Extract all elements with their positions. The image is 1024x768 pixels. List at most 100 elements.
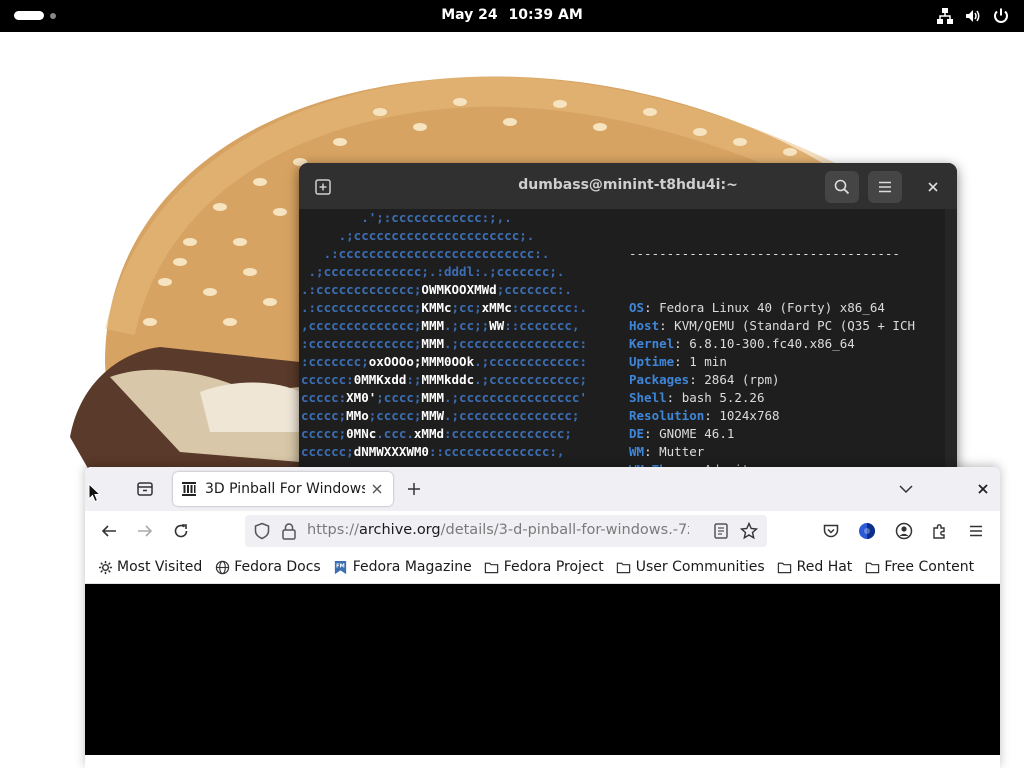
system-tray[interactable] [936, 7, 1010, 25]
hamburger-icon [879, 181, 891, 193]
bookmark-item[interactable]: FM Fedora Magazine [333, 559, 472, 575]
new-tab-button[interactable] [400, 475, 428, 503]
extension-button[interactable] [853, 517, 881, 545]
close-button[interactable] [923, 177, 943, 197]
navigation-bar: https://archive.org/details/3-d-pinball-… [85, 511, 1000, 551]
plus-icon [408, 483, 420, 495]
info-key: DE [629, 426, 645, 441]
tab-close-button[interactable] [369, 481, 385, 497]
back-button[interactable] [95, 517, 123, 545]
reload-button[interactable] [167, 517, 195, 545]
search-button[interactable] [825, 171, 859, 203]
shield-icon[interactable] [253, 522, 271, 544]
logo-line: cccccc;dNMWXXXWM0::cccccccccccccc:, [301, 444, 565, 459]
bookmark-label: Fedora Magazine [352, 559, 472, 575]
menu-button[interactable] [868, 171, 902, 203]
gear-icon [97, 559, 113, 575]
volume-icon [964, 7, 982, 25]
bookmark-item[interactable]: Red Hat [777, 559, 853, 575]
info-key: OS [629, 300, 645, 315]
info-colon: : [674, 354, 690, 369]
reader-view-icon[interactable] [713, 522, 729, 544]
logo-line: ccccc;MMo;ccccc;MMW.;ccccccccccccccc; [301, 408, 580, 423]
info-key: Shell [629, 390, 667, 405]
url-text: https://archive.org/details/3-d-pinball-… [307, 522, 689, 538]
bookmark-star-icon[interactable] [739, 521, 759, 544]
logo-line: :cccccccccccccc;MMM.;cccccccccccccccc: [301, 336, 587, 351]
terminal-header[interactable]: dumbass@minint-t8hdu4i:~ [299, 163, 957, 209]
info-colon: : [659, 318, 675, 333]
terminal-window[interactable]: dumbass@minint-t8hdu4i:~ .';:ccccccccccc… [299, 163, 957, 493]
info-value: Mutter [659, 444, 705, 459]
system-info: ------------------------------------ OS:… [629, 209, 915, 493]
info-colon: : [689, 372, 705, 387]
folder-icon [484, 559, 500, 575]
terminal-output[interactable]: .';:cccccccccccc:;,. .;ccccccccccccccccc… [299, 209, 957, 493]
url-prefix: https:// [307, 522, 359, 538]
extensions-button[interactable] [926, 517, 954, 545]
reload-icon [174, 524, 188, 538]
logo-line: ccccc:XM0';cccc;MMM.;cccccccccccccccc' [301, 390, 587, 405]
chevron-down-icon [899, 485, 913, 494]
bookmark-item[interactable]: Most Visited [97, 559, 202, 575]
fm-icon: FM [333, 559, 349, 575]
logo-line: .;ccccccccccccc;.:dddl:.;ccccccc;. [301, 264, 565, 279]
puzzle-icon [933, 524, 945, 539]
folder-icon [777, 559, 793, 575]
list-all-tabs-button[interactable] [892, 475, 920, 503]
info-colon: : [704, 408, 720, 423]
arrow-left-icon [101, 525, 116, 537]
firefox-window[interactable]: 3D Pinball For Windows https://archive.o… [85, 467, 1000, 768]
info-key: Resolution [629, 408, 705, 423]
url-path: /details/3-d-pinball-for-windows.-7z [440, 522, 689, 538]
bookmark-item[interactable]: Fedora Project [484, 559, 604, 575]
window-close-button[interactable] [969, 475, 997, 503]
info-colon: : [644, 444, 660, 459]
info-row: Packages: 2864 (rpm) [629, 371, 915, 389]
info-key: Host [629, 318, 660, 333]
bookmark-label: Red Hat [796, 559, 853, 575]
pocket-button[interactable] [817, 517, 845, 545]
power-icon [992, 7, 1010, 25]
info-row: Host: KVM/QEMU (Standard PC (Q35 + ICH [629, 317, 915, 335]
info-row: WM: Mutter [629, 443, 915, 461]
lock-icon[interactable] [281, 522, 297, 544]
info-value: KVM/QEMU (Standard PC (Q35 + ICH [674, 318, 915, 333]
clock[interactable]: May 24 10:39 AM [0, 7, 1024, 23]
bookmark-label: Fedora Project [503, 559, 604, 575]
info-colon: : [644, 300, 660, 315]
info-separator: ------------------------------------ [629, 246, 900, 261]
close-icon [928, 182, 938, 192]
info-value: 1 min [689, 354, 727, 369]
folder-icon [616, 559, 632, 575]
bookmark-label: User Communities [635, 559, 765, 575]
pocket-icon [823, 524, 839, 538]
bookmarks-toolbar: Most Visited Fedora Docs FM Fedora Magazine… [85, 551, 1000, 584]
app-menu-button[interactable] [962, 517, 990, 545]
page-content[interactable] [85, 584, 1000, 755]
svg-text:FM: FM [336, 563, 345, 569]
info-row: OS: Fedora Linux 40 (Forty) x86_64 [629, 299, 915, 317]
account-icon [895, 522, 913, 540]
bookmark-item[interactable]: Free Content [864, 559, 974, 575]
info-value: 1024x768 [719, 408, 780, 423]
logo-line: .:cccccccccccccccccccccccccc:. [301, 246, 550, 261]
top-bar: May 24 10:39 AM [0, 0, 1024, 32]
account-button[interactable] [890, 517, 918, 545]
tab-title: 3D Pinball For Windows [205, 481, 365, 497]
info-colon: : [666, 390, 682, 405]
info-colon: : [644, 426, 660, 441]
bookmark-item[interactable]: User Communities [616, 559, 765, 575]
bookmark-item[interactable]: Fedora Docs [214, 559, 321, 575]
clock-date: May 24 [441, 7, 498, 23]
forward-button[interactable] [131, 517, 159, 545]
url-bar[interactable]: https://archive.org/details/3-d-pinball-… [245, 515, 767, 547]
logo-line: ,cccccccccccccc;MMM.;cc;;WW::ccccccc, [301, 318, 580, 333]
tab-archive[interactable]: 3D Pinball For Windows [173, 472, 393, 506]
folder-icon [864, 559, 880, 575]
arrow-right-icon [138, 525, 153, 537]
logo-line: .:ccccccccccccc;OWMKOOXMWd;ccccccc:. [301, 282, 572, 297]
firefox-view-button[interactable] [131, 475, 159, 503]
info-value: GNOME 46.1 [659, 426, 735, 441]
terminal-scrollbar[interactable] [945, 209, 957, 493]
